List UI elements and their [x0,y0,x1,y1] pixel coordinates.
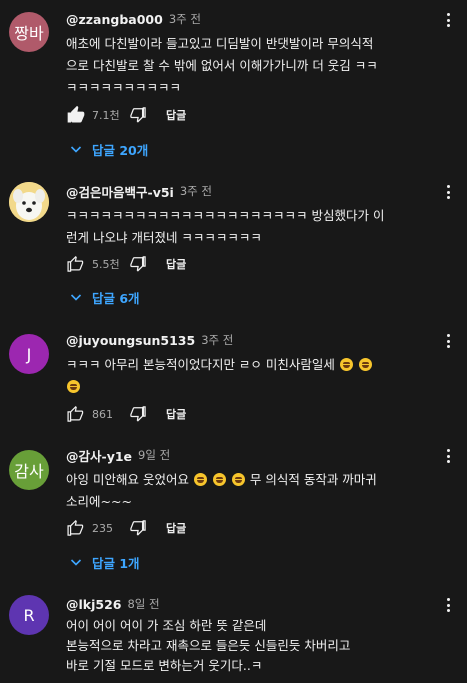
comment-time[interactable]: 3주 전 [201,332,233,348]
reply-button[interactable]: 답글 [166,520,186,536]
comment-text: 아잉 미안해요 웃었어요 무 의식적 동작과 까마귀 소리에~~~ [66,469,453,513]
comment-line: 소리에~~~ [66,494,132,509]
laughing-emoji-icon [231,473,245,486]
view-replies-button[interactable]: 답글 6개 [70,285,140,309]
avatar-text: 짱바 [14,24,44,43]
comment-item: 짱바 @zzangba000 3주 전 애초에 다친발이라 들고있고 디딤발이 … [0,0,467,165]
laughing-emoji-icon [67,380,80,393]
comment-author[interactable]: @zzangba000 [66,12,163,27]
comment-line: 어이 어이 어이 가 조심 하란 뜻 같은데 [66,618,267,633]
avatar[interactable]: R [9,595,49,635]
comment-time[interactable]: 3주 전 [180,183,212,199]
comment-line: ㅋㅋㅋㅋㅋㅋㅋㅋㅋㅋㅋㅋㅋㅋㅋㅋㅋㅋㅋㅋㅋ 방심했다가 이 [66,208,385,223]
reply-button[interactable]: 답글 [166,107,186,123]
comment-line: 아잉 미안해요 웃었어요 무 의식적 동작과 까마귀 [66,469,453,491]
more-options-icon[interactable] [443,332,453,350]
comment-line: 으로 다친발로 찰 수 밖에 없어서 이해가가니까 더 웃김 ㅋㅋ [66,58,378,73]
comment-text: ㅋㅋㅋ 아무리 본능적이었다지만 ㄹㅇ 미친사람일세 [66,354,453,398]
dislike-icon[interactable] [128,518,148,538]
view-replies-button[interactable]: 답글 1개 [70,550,140,574]
avatar[interactable]: J [9,334,49,374]
comment-line-text: 아잉 미안해요 웃었어요 [66,472,189,487]
laughing-emoji-icon [193,473,207,486]
avatar[interactable]: 짱바 [9,12,49,52]
comment-author[interactable]: @lkj526 [66,597,121,612]
avatar-text: R [23,605,35,625]
replies-label: 답글 1개 [92,555,140,571]
comment-time[interactable]: 3주 전 [169,11,201,27]
chevron-down-icon [70,146,82,153]
comment-text: 어이 어이 어이 가 조심 하란 뜻 같은데 본능적으로 차라고 재촉으로 들은… [66,616,453,676]
laughing-emoji-icon [212,473,226,486]
comment-item: 감사 @감사-y1e 9일 전 아잉 미안해요 웃었어요 무 의식적 동작과 까… [0,441,467,581]
comment-line: 런게 나오냐 개터졌네 ㅋㅋㅋㅋㅋㅋㅋ [66,230,262,245]
comment-time[interactable]: 9일 전 [138,447,170,463]
comment-line: 바로 기절 모드로 변하는거 웃기다..ㅋ [66,658,263,673]
replies-label: 답글 20개 [92,142,149,158]
comment-line-text: ㅋㅋㅋ 아무리 본능적이었다지만 ㄹㅇ 미친사람일세 [66,357,335,372]
replies-label: 답글 6개 [92,290,140,306]
reply-button[interactable]: 답글 [166,406,186,422]
chevron-down-icon [70,559,82,566]
comment-line: ㅋㅋㅋ 아무리 본능적이었다지만 ㄹㅇ 미친사람일세 [66,354,453,376]
dislike-icon[interactable] [128,254,148,274]
comment-text: 애초에 다친발이라 들고있고 디딤발이 반댓발이라 무의식적 으로 다친발로 찰… [66,33,453,99]
view-replies-button[interactable]: 답글 20개 [70,137,148,161]
like-count: 5.5천 [92,258,120,271]
chevron-down-icon [70,294,82,301]
comment-item: R @lkj526 8일 전 어이 어이 어이 가 조심 하란 뜻 같은데 본능… [0,590,467,683]
dislike-icon[interactable] [128,105,148,125]
like-count: 7.1천 [92,109,120,122]
like-icon[interactable] [66,254,86,274]
avatar-text: 감사 [14,462,44,481]
reply-button[interactable]: 답글 [166,256,186,272]
avatar[interactable]: 감사 [9,450,49,490]
like-count: 235 [92,521,113,535]
laughing-emoji-icon [339,358,353,371]
more-options-icon[interactable] [443,447,453,465]
comment-time[interactable]: 8일 전 [127,596,159,612]
comment-line: 애초에 다친발이라 들고있고 디딤발이 반댓발이라 무의식적 [66,36,374,51]
avatar[interactable] [9,182,49,222]
comment-author[interactable]: @juyoungsun5135 [66,333,195,348]
comment-item: J @juyoungsun5135 3주 전 ㅋㅋㅋ 아무리 본능적이었다지만 … [0,325,467,433]
comment-text: ㅋㅋㅋㅋㅋㅋㅋㅋㅋㅋㅋㅋㅋㅋㅋㅋㅋㅋㅋㅋㅋ 방심했다가 이 런게 나오냐 개터졌… [66,205,453,249]
more-options-icon[interactable] [443,11,453,29]
comment-line: ㅋㅋㅋㅋㅋㅋㅋㅋㅋㅋ [66,80,182,95]
comment-line: 본능적으로 차라고 재촉으로 들은듯 신들린듯 차버리고 [66,638,351,653]
more-options-icon[interactable] [443,596,453,614]
dog-icon [9,182,49,222]
like-count: 861 [92,407,113,421]
like-icon[interactable] [66,105,86,125]
comment-author[interactable]: @감사-y1e [66,446,132,465]
comment-author[interactable]: @검은마음백구-v5i [66,182,174,201]
comment-item: @검은마음백구-v5i 3주 전 ㅋㅋㅋㅋㅋㅋㅋㅋㅋㅋㅋㅋㅋㅋㅋㅋㅋㅋㅋㅋㅋ 방… [0,172,467,318]
laughing-emoji-icon [358,358,372,371]
dislike-icon[interactable] [128,404,148,424]
comment-line [66,376,453,398]
comment-line-text: 무 의식적 동작과 까마귀 [249,472,377,487]
more-options-icon[interactable] [443,183,453,201]
like-icon[interactable] [66,404,86,424]
like-icon[interactable] [66,518,86,538]
avatar-text: J [26,344,32,364]
